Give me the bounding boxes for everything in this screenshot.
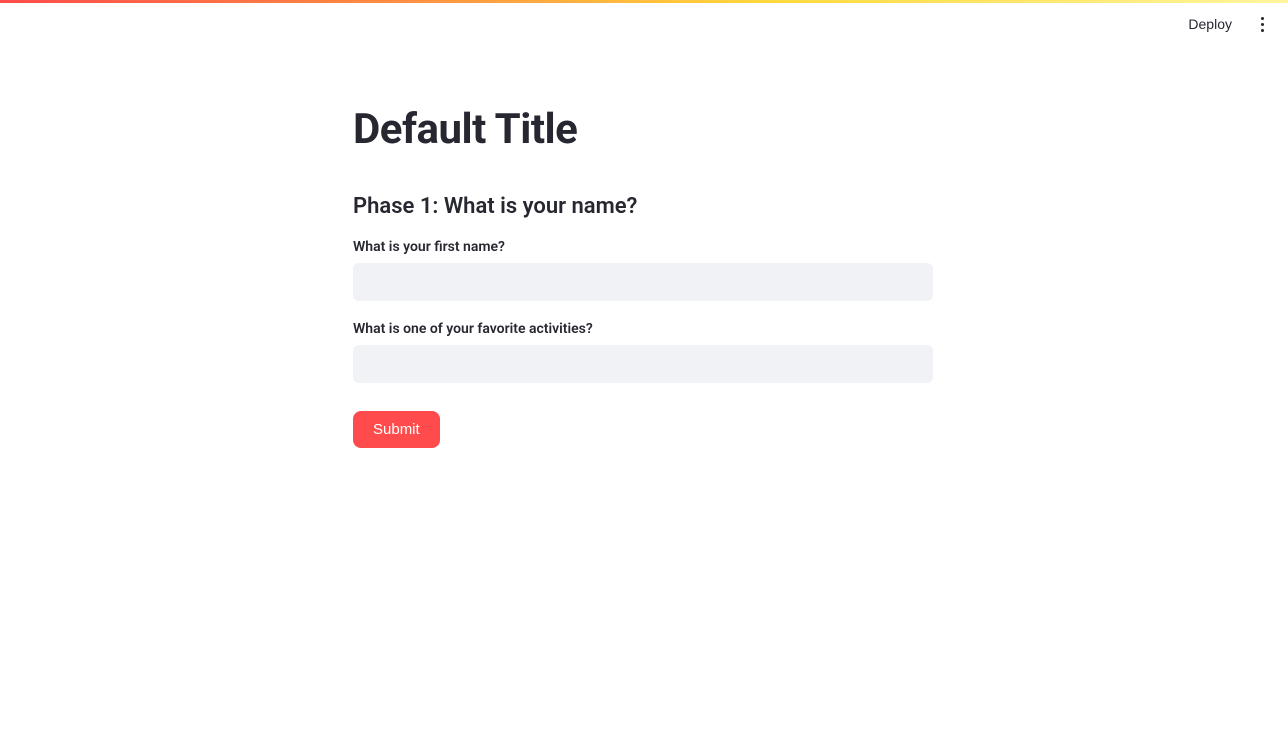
kebab-menu-icon[interactable] [1252, 14, 1272, 34]
activity-label: What is one of your favorite activities? [353, 321, 933, 337]
submit-button[interactable]: Submit [353, 411, 440, 448]
top-gradient-bar [0, 0, 1288, 3]
activity-input[interactable] [353, 345, 933, 383]
header-toolbar: Deploy [1180, 12, 1272, 36]
page-title: Default Title [353, 105, 933, 154]
deploy-button[interactable]: Deploy [1180, 12, 1240, 36]
first-name-input[interactable] [353, 263, 933, 301]
first-name-label: What is your first name? [353, 239, 933, 255]
main-content: Default Title Phase 1: What is your name… [353, 0, 933, 448]
section-heading: Phase 1: What is your name? [353, 194, 933, 219]
